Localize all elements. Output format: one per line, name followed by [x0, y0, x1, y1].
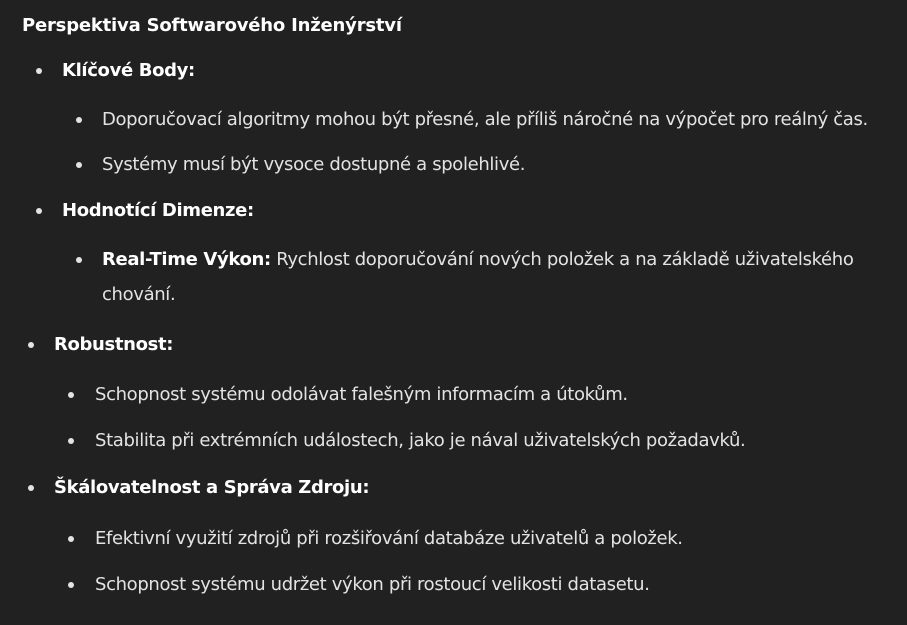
list-item: Schopnost systému odolávat falešným info…: [95, 384, 628, 405]
eval-dimensions-title: Hodnotící Dimenze:: [62, 200, 254, 221]
bullet-icon: [76, 117, 82, 123]
robustness-title: Robustnost:: [54, 334, 174, 355]
bullet-icon: [28, 342, 34, 348]
section-heading: Perspektiva Softwarového Inženýrství: [22, 15, 402, 36]
bullet-icon: [68, 582, 74, 588]
list-item: Doporučovací algoritmy mohou být přesné,…: [102, 109, 868, 130]
bullet-icon: [68, 438, 74, 444]
list-item: Stabilita při extrémních událostech, jak…: [95, 430, 746, 451]
bullet-icon: [76, 162, 82, 168]
scalability-title: Škálovatelnost a Správa Zdroju:: [54, 477, 370, 498]
bullet-icon: [28, 485, 34, 491]
list-item: Real-Time Výkon: Rychlost doporučování n…: [102, 242, 892, 312]
list-item: Efektivní využití zdrojů při rozšiřování…: [95, 528, 683, 549]
bullet-icon: [76, 257, 82, 263]
bullet-icon: [68, 536, 74, 542]
list-item: Systémy musí být vysoce dostupné a spole…: [102, 154, 526, 175]
bullet-icon: [36, 68, 42, 74]
key-points-title: Klíčové Body:: [62, 60, 195, 81]
bullet-icon: [36, 208, 42, 214]
item-label: Real-Time Výkon:: [102, 249, 271, 270]
list-item: Schopnost systému udržet výkon při rosto…: [95, 574, 650, 595]
bullet-icon: [68, 392, 74, 398]
